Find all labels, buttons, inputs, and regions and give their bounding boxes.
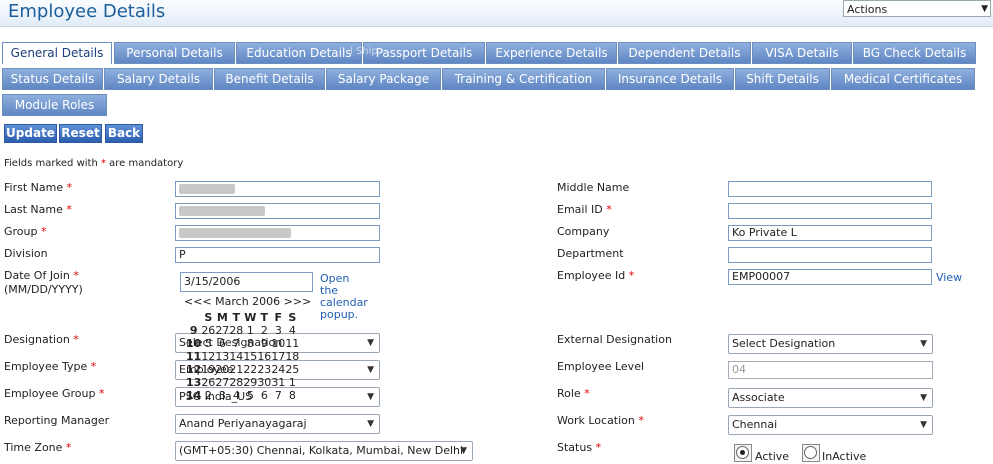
update-button[interactable]: Update — [4, 124, 57, 143]
chevron-down-icon: ▼ — [920, 420, 927, 430]
company-label: Company — [557, 225, 610, 238]
tab-salary-details[interactable]: Salary Details — [104, 68, 213, 90]
status-inactive-label[interactable]: InActive — [822, 450, 866, 463]
group-label: Group * — [4, 225, 47, 238]
designation-label: Designation * — [4, 333, 79, 346]
calendar-grid: SMT WTFS 9 26 27 28 1 2 3 4 10 5 6 7 8 9 10 11 11 12 13 1… — [186, 311, 299, 402]
chevron-down-icon: ▼ — [920, 393, 927, 403]
tab-overlay-text: l Ship — [350, 46, 378, 57]
email-id-label: Email ID * — [557, 203, 612, 216]
tab-bg-check-details[interactable]: BG Check Details — [853, 42, 976, 64]
company-input[interactable]: Ko Private L — [728, 225, 932, 241]
calendar-week-row[interactable]: 10 5 6 7 8 9 10 11 — [186, 337, 299, 350]
tab-status-details[interactable]: Status Details — [2, 68, 103, 90]
tab-passport-details[interactable]: Passport Details — [363, 42, 485, 64]
division-label: Division — [4, 247, 48, 260]
chevron-down-icon: ▼ — [981, 4, 988, 14]
tab-medical-certificates[interactable]: Medical Certificates — [831, 68, 975, 90]
tab-insurance-details[interactable]: Insurance Details — [606, 68, 734, 90]
calendar-week-row[interactable]: 14 2 3 4 5 6 7 8 — [186, 389, 299, 402]
status-label: Status * — [557, 441, 602, 454]
chevron-down-icon: ▼ — [460, 446, 467, 456]
middle-name-input[interactable] — [728, 181, 932, 197]
email-id-input[interactable] — [728, 203, 932, 219]
tab-general-details[interactable]: General Details — [2, 42, 112, 64]
department-input[interactable] — [728, 247, 932, 263]
employee-id-input[interactable]: EMP00007 — [728, 269, 932, 285]
chevron-down-icon: ▼ — [367, 338, 374, 348]
time-zone-select[interactable]: (GMT+05:30) Chennai, Kolkata, Mumbai, Ne… — [175, 441, 473, 461]
employee-id-label: Employee Id * — [557, 269, 635, 282]
tab-salary-package[interactable]: Salary Package — [326, 68, 441, 90]
tab-experience-details[interactable]: Experience Details — [486, 42, 617, 64]
work-location-label: Work Location * — [557, 414, 644, 427]
date-of-join-input[interactable]: 3/15/2006 — [180, 272, 313, 292]
mandatory-note: Fields marked with * are mandatory — [4, 158, 183, 169]
calendar-week-row[interactable]: 13 26 27 28 29 30 31 1 — [186, 376, 299, 389]
chevron-down-icon: ▼ — [367, 392, 374, 402]
back-button[interactable]: Back — [105, 124, 143, 143]
actions-label: Actions — [847, 3, 888, 16]
page-title: Employee Details — [8, 1, 166, 22]
chevron-down-icon: ▼ — [367, 419, 374, 429]
status-active-radio[interactable] — [736, 446, 749, 459]
chevron-down-icon: ▼ — [920, 339, 927, 349]
mandatory-note-post: are mandatory — [105, 158, 184, 169]
status-inactive-radio[interactable] — [804, 446, 817, 459]
tab-module-roles[interactable]: Module Roles — [2, 94, 107, 116]
actions-dropdown[interactable]: Actions ▼ — [843, 0, 991, 17]
role-label: Role * — [557, 387, 590, 400]
employee-type-label: Employee Type * — [4, 360, 97, 373]
date-of-join-label: Date Of Join * — [4, 269, 79, 282]
tab-shift-details[interactable]: Shift Details — [735, 68, 830, 90]
employee-level-input: 04 — [728, 361, 933, 379]
calendar-nav[interactable]: <<< March 2006 >>> — [184, 295, 311, 308]
tab-visa-details[interactable]: VISA Details — [752, 42, 852, 64]
time-zone-label: Time Zone * — [4, 441, 72, 454]
last-name-label: Last Name * — [4, 203, 72, 216]
reporting-manager-label: Reporting Manager — [4, 414, 110, 427]
work-location-select[interactable]: Chennai ▼ — [728, 415, 933, 435]
reset-button[interactable]: Reset — [59, 124, 102, 143]
status-active-label[interactable]: Active — [755, 450, 789, 463]
department-label: Department — [557, 247, 624, 260]
tab-training-certification[interactable]: Training & Certification — [442, 68, 605, 90]
external-designation-label: External Designation — [557, 333, 672, 346]
middle-name-label: Middle Name — [557, 181, 630, 194]
tab-benefit-details[interactable]: Benefit Details — [214, 68, 325, 90]
calendar-popup-link[interactable]: Open the calendar popup. — [320, 273, 368, 321]
date-format-label: (MM/DD/YYYY) — [4, 283, 83, 296]
employee-group-label: Employee Group * — [4, 387, 105, 400]
calendar-week-row[interactable]: 9 26 27 28 1 2 3 4 — [186, 324, 299, 337]
employee-level-label: Employee Level — [557, 360, 645, 373]
external-designation-select[interactable]: Select Designation ▼ — [728, 334, 933, 354]
first-name-label: First Name * — [4, 181, 73, 194]
calendar-week-row[interactable]: 11 12 13 14 15 16 17 18 — [186, 350, 299, 363]
last-name-input[interactable] — [175, 203, 380, 219]
tab-education-details[interactable]: Education Details — [236, 42, 362, 64]
tab-dependent-details[interactable]: Dependent Details — [618, 42, 751, 64]
tab-personal-details[interactable]: Personal Details — [114, 42, 235, 64]
mandatory-note-pre: Fields marked with — [4, 158, 101, 169]
role-select[interactable]: Associate ▼ — [728, 388, 933, 408]
group-input[interactable] — [175, 225, 380, 241]
first-name-input[interactable] — [175, 181, 380, 197]
calendar-header-row: SMT WTFS — [204, 311, 297, 324]
division-input[interactable]: P — [175, 247, 380, 263]
view-link[interactable]: View — [936, 271, 962, 284]
calendar-week-row[interactable]: 12 19 20 21 22 23 24 25 — [186, 363, 299, 376]
chevron-down-icon: ▼ — [367, 365, 374, 375]
reporting-manager-select[interactable]: Anand Periyanayagaraj ▼ — [175, 414, 380, 434]
